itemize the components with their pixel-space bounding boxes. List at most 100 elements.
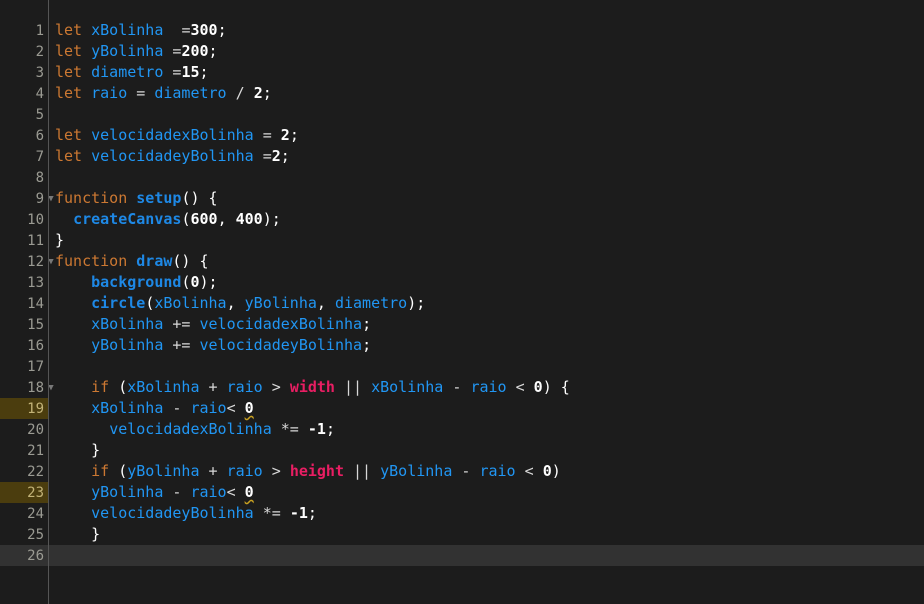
code-line-content[interactable]: circle(xBolinha, yBolinha, diametro); [48, 293, 924, 314]
line-number-gutter[interactable]: 2 [0, 41, 48, 62]
line-number-gutter[interactable]: 6 [0, 125, 48, 146]
line-number-gutter[interactable]: 21 [0, 440, 48, 461]
code-line-content[interactable] [48, 545, 924, 566]
code-token: draw [136, 252, 173, 270]
code-line-content[interactable]: yBolinha - raio< 0 [48, 482, 924, 503]
code-token: 0 [244, 483, 254, 501]
code-line[interactable]: 4 let raio = diametro / 2; [0, 83, 924, 104]
line-number-gutter[interactable]: 7 [0, 146, 48, 167]
code-line[interactable]: 11} [0, 230, 924, 251]
code-line-content[interactable]: let raio = diametro / 2; [48, 83, 924, 104]
line-number-gutter[interactable]: 13 [0, 272, 48, 293]
line-number-gutter[interactable]: 22 [0, 461, 48, 482]
code-line-content[interactable]: if (yBolinha + raio > height || yBolinha… [48, 461, 924, 482]
code-line-content[interactable]: let yBolinha =200; [48, 41, 924, 62]
code-line[interactable]: 20 velocidadexBolinha *= -1; [0, 419, 924, 440]
line-number-gutter[interactable]: 3 [0, 62, 48, 83]
code-line-content[interactable]: xBolinha += velocidadexBolinha; [48, 314, 924, 335]
line-number-gutter[interactable]: 26 [0, 545, 48, 566]
code-line[interactable]: 12 ▼ function draw() { [0, 251, 924, 272]
code-line[interactable]: 6 let velocidadexBolinha = 2; [0, 125, 924, 146]
code-line-content[interactable] [48, 104, 924, 125]
code-line-content[interactable]: function setup() { [48, 188, 924, 209]
line-number-gutter[interactable]: 19 [0, 398, 48, 419]
line-number-gutter[interactable]: 15 [0, 314, 48, 335]
code-line-content[interactable]: velocidadexBolinha *= -1; [48, 419, 924, 440]
line-number-gutter[interactable]: 24 [0, 503, 48, 524]
code-line[interactable]: 26 [0, 545, 924, 566]
line-number-gutter[interactable]: 20 [0, 419, 48, 440]
code-line[interactable]: 10 createCanvas(600, 400); [0, 209, 924, 230]
code-line-content[interactable]: function draw() { [48, 251, 924, 272]
code-line[interactable]: 25 } [0, 524, 924, 545]
code-line-content[interactable]: createCanvas(600, 400); [48, 209, 924, 230]
code-line-content[interactable]: let velocidadeyBolinha =2; [48, 146, 924, 167]
line-number-gutter[interactable]: 1 [0, 20, 48, 41]
code-line[interactable]: 24 velocidadeyBolinha *= -1; [0, 503, 924, 524]
code-line-content[interactable]: velocidadeyBolinha *= -1; [48, 503, 924, 524]
code-token: 0 [244, 399, 254, 417]
code-line[interactable]: 22 if (yBolinha + raio > height || yBoli… [0, 461, 924, 482]
code-token: < [515, 378, 525, 396]
line-number-gutter[interactable]: 16 [0, 335, 48, 356]
code-line[interactable]: 18 ▼ if (xBolinha + raio > width || xBoli… [0, 377, 924, 398]
code-lines-container[interactable]: 1 let xBolinha =300; 2 let yBolinha =200; 3 l… [0, 20, 924, 566]
line-number-gutter[interactable]: 8 [0, 167, 48, 188]
code-line[interactable]: 23 yBolinha - raio< 0 [0, 482, 924, 503]
code-line[interactable]: 5 [0, 104, 924, 125]
code-token: = [136, 84, 146, 102]
line-number-gutter[interactable]: 11 [0, 230, 48, 251]
code-line-content[interactable]: if (xBolinha + raio > width || xBolinha … [48, 377, 924, 398]
line-number-gutter[interactable]: 14 [0, 293, 48, 314]
code-line[interactable]: 13 background(0); [0, 272, 924, 293]
code-line[interactable]: 19 xBolinha - raio< 0 [0, 398, 924, 419]
code-line[interactable]: 16 yBolinha += velocidadeyBolinha; [0, 335, 924, 356]
code-line-content[interactable]: let xBolinha =300; [48, 20, 924, 41]
code-line[interactable]: 15 xBolinha += velocidadexBolinha; [0, 314, 924, 335]
line-number-gutter[interactable]: 9 ▼ [0, 188, 54, 209]
line-number-gutter[interactable]: 18 ▼ [0, 377, 54, 398]
code-line-content[interactable] [48, 356, 924, 377]
code-token: *= [262, 504, 281, 522]
code-line[interactable]: 2 let yBolinha =200; [0, 41, 924, 62]
code-line[interactable]: 17 [0, 356, 924, 377]
code-token: raio [470, 378, 507, 396]
code-line-content[interactable]: background(0); [48, 272, 924, 293]
code-line-content[interactable] [48, 167, 924, 188]
code-editor[interactable]: 1 let xBolinha =300; 2 let yBolinha =200; 3 l… [0, 0, 924, 604]
code-line-content[interactable]: } [48, 524, 924, 545]
code-line-content[interactable]: let diametro =15; [48, 62, 924, 83]
line-number-gutter[interactable]: 4 [0, 83, 48, 104]
code-token: yBolinha [127, 462, 200, 480]
line-number-gutter[interactable]: 25 [0, 524, 48, 545]
code-line-content[interactable]: xBolinha - raio< 0 [48, 398, 924, 419]
code-line-content[interactable]: } [48, 230, 924, 251]
code-token: ; [199, 63, 209, 81]
line-number-gutter[interactable]: 10 [0, 209, 48, 230]
code-token: yBolinha [244, 294, 317, 312]
line-number-gutter[interactable]: 12 ▼ [0, 251, 54, 272]
code-token: ( [118, 378, 128, 396]
line-number-gutter[interactable]: 23 [0, 482, 48, 503]
code-line[interactable]: 7 let velocidadeyBolinha =2; [0, 146, 924, 167]
code-line-content[interactable]: } [48, 440, 924, 461]
code-line[interactable]: 21 } [0, 440, 924, 461]
code-line-content[interactable]: let velocidadexBolinha = 2; [48, 125, 924, 146]
code-token: = [262, 126, 272, 144]
code-line[interactable]: 1 let xBolinha =300; [0, 20, 924, 41]
code-line[interactable]: 9 ▼ function setup() { [0, 188, 924, 209]
line-number: 12 [27, 253, 44, 270]
line-number-gutter[interactable]: 5 [0, 104, 48, 125]
code-line-content[interactable]: yBolinha += velocidadeyBolinha; [48, 335, 924, 356]
code-line[interactable]: 14 circle(xBolinha, yBolinha, diametro); [0, 293, 924, 314]
line-number-gutter[interactable]: 17 [0, 356, 48, 377]
code-line[interactable]: 8 [0, 167, 924, 188]
code-line[interactable]: 3 let diametro =15; [0, 62, 924, 83]
code-token: let [55, 63, 83, 81]
